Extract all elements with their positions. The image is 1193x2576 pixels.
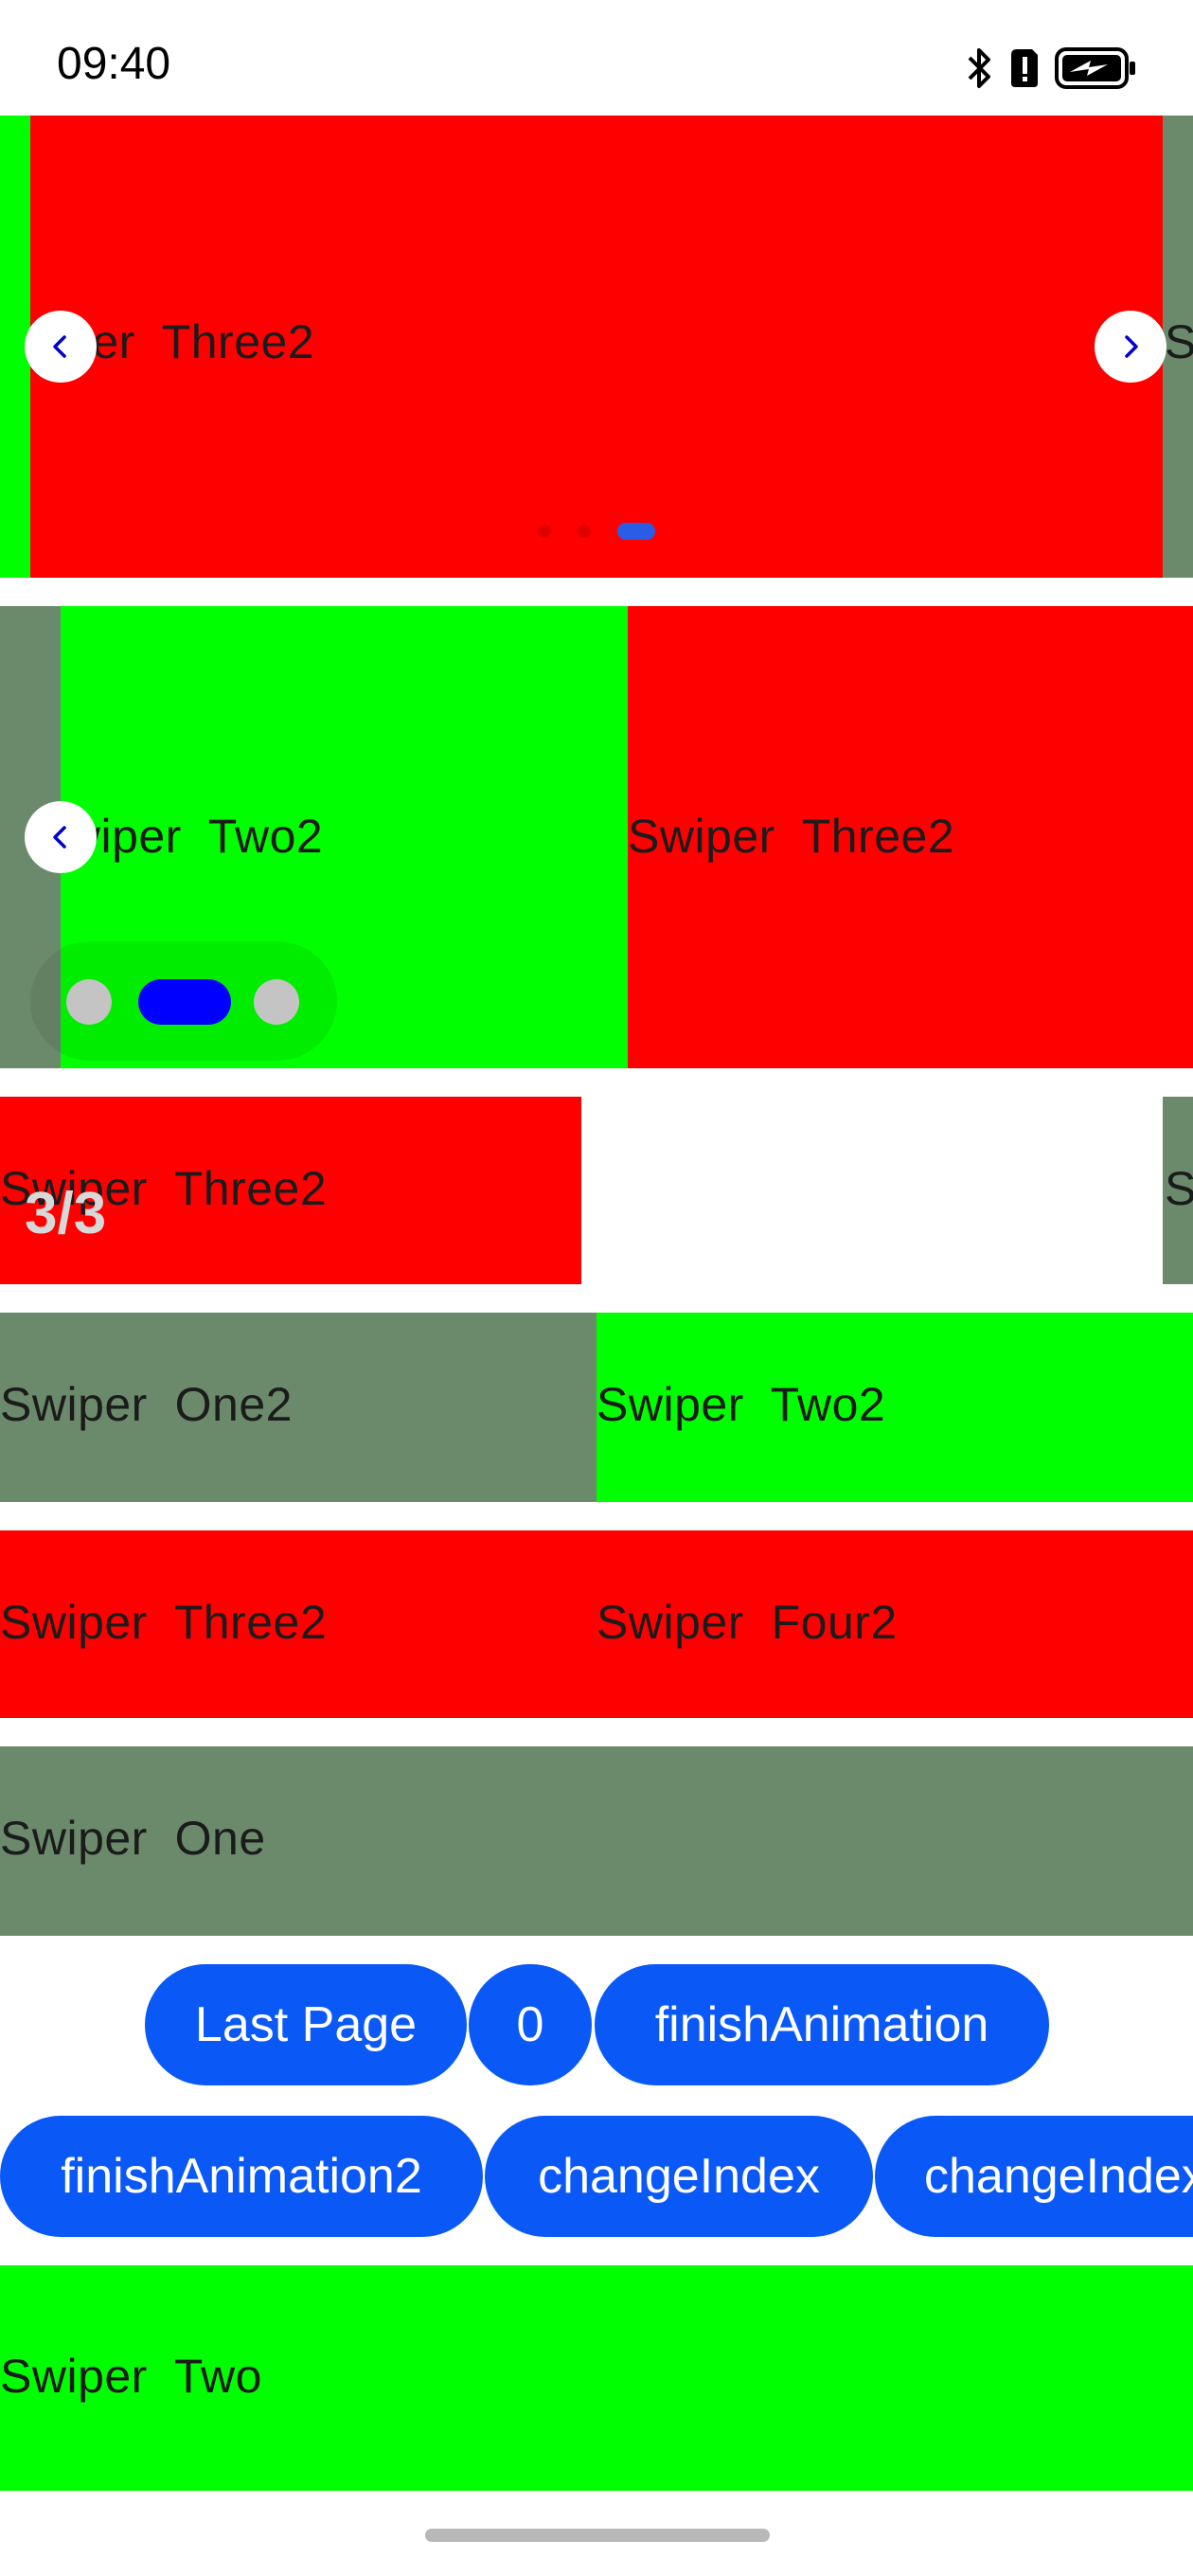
chevron-right-icon [1125,335,1138,358]
change-index-button[interactable]: changeIndex [485,2116,873,2237]
swiper-1-next-button[interactable] [1095,311,1166,383]
swiper-2-indicator[interactable] [30,941,337,1061]
swiper-4[interactable]: Swiper One2 Swiper Two2 [0,1313,1193,1502]
swiper-5-slide-label: Swiper Three2 [0,1596,328,1649]
home-indicator[interactable] [425,2529,770,2542]
swiper-4-slide-label: Swiper Two2 [596,1378,886,1431]
index-value-button[interactable]: 0 [469,1964,592,2085]
swiper-7[interactable]: Swiper Two [0,2265,1193,2491]
swiper-2-slide-label: Swiper Two2 [61,810,324,863]
swiper-6-slide: Swiper One [0,1746,1193,1936]
swiper-2-next-label: Swiper Three2 [628,810,955,863]
swiper-3-slide-next-peek: S [1163,1097,1193,1284]
swiper-2-prev-button[interactable] [25,801,97,873]
swiper-2-indicator-dot-selected[interactable] [138,979,231,1025]
swiper-1-slide-next-peek: S [1163,116,1193,578]
chevron-left-icon [53,826,66,849]
swiper-5-slide-label: Swiper Four2 [596,1596,898,1649]
swiper-5-slide: Swiper Four2 [596,1530,1193,1718]
swiper-3[interactable]: Swiper Three2 S 3/3 [0,1097,1193,1284]
swiper-4-slide: Swiper One2 [0,1313,596,1502]
swiper-6-slide-label: Swiper One [0,1812,266,1865]
swiper-1-next-peek-label: S [1165,315,1193,368]
swiper-5[interactable]: Swiper Three2 Swiper Four2 [0,1530,1193,1718]
swiper-1-prev-button[interactable] [25,311,97,383]
swiper-1-indicator-dot-selected[interactable] [617,523,655,540]
finish-animation-2-button[interactable]: finishAnimation2 [0,2116,483,2237]
sim-alert-icon [1011,49,1038,87]
swiper-7-slide-label: Swiper Two [0,2350,262,2403]
last-page-button[interactable]: Last Page [145,1964,467,2085]
swiper-1-indicator-dot[interactable] [538,525,551,538]
status-icons [966,44,1136,93]
status-time: 09:40 [57,39,171,89]
swiper-1-indicator[interactable] [530,521,663,542]
swiper-3-next-peek-label: S [1165,1162,1193,1215]
swiper-5-slide: Swiper Three2 [0,1530,596,1718]
swiper-1-slide-current: Swiper Three2 [30,116,1163,578]
swiper-2-slide-next: Swiper Three2 [628,606,1193,1068]
swiper-7-slide: Swiper Two [0,2265,1193,2491]
chevron-left-icon [53,335,66,358]
swiper-2-indicator-dot[interactable] [66,979,112,1025]
finish-animation-button[interactable]: finishAnimation [595,1964,1049,2085]
swiper-1-indicator-dot[interactable] [578,525,591,538]
swiper-4-slide-label: Swiper One2 [0,1378,293,1431]
swiper-1[interactable]: Swiper Three2 S [0,116,1193,578]
swiper-2-indicator-dot[interactable] [254,979,299,1025]
swiper-3-page-counter: 3/3 [25,1181,107,1246]
swiper-4-slide: Swiper Two2 [596,1313,1193,1502]
swiper-2[interactable]: Swiper Two2 Swiper Three2 [0,606,1193,1068]
swiper-6[interactable]: Swiper One [0,1746,1193,1936]
status-bar: 09:40 [0,0,1193,116]
bluetooth-icon [968,48,990,88]
battery-charging-icon [1055,47,1135,89]
change-index-button-2[interactable]: changeIndex [875,2116,1193,2237]
